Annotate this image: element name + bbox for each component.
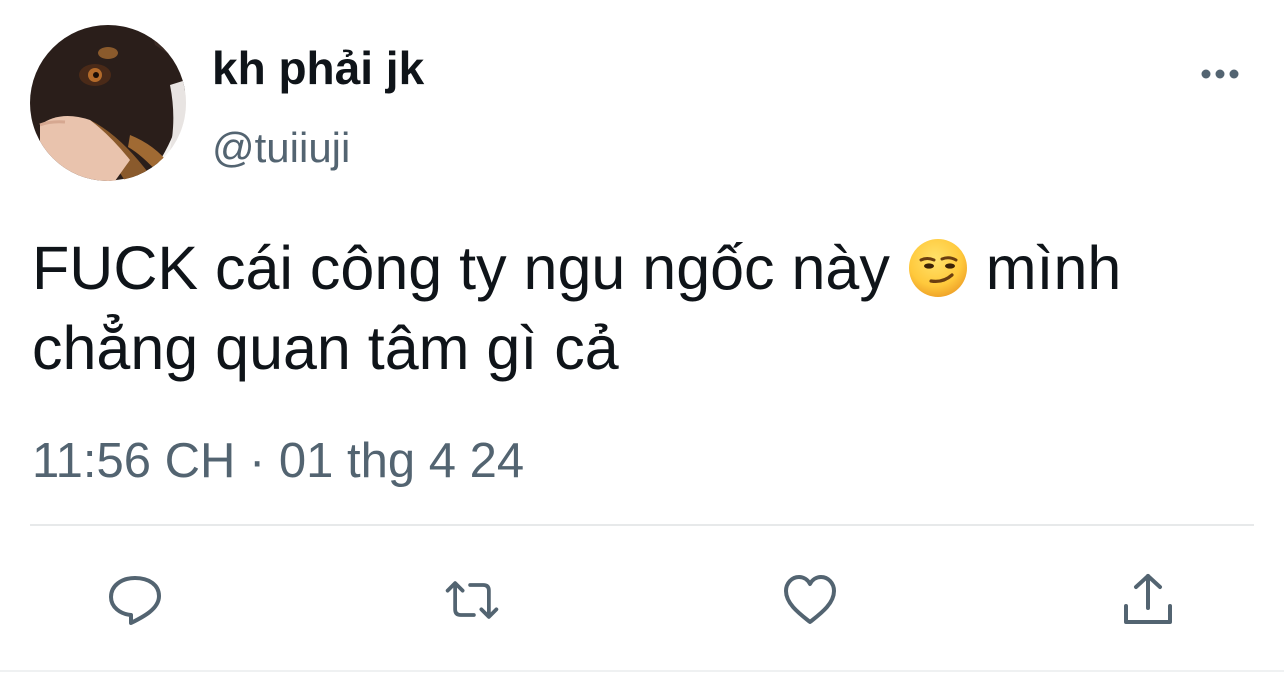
heart-icon <box>784 575 836 624</box>
avatar[interactable] <box>30 25 186 181</box>
divider <box>30 524 1254 526</box>
retweet-button[interactable] <box>442 570 502 630</box>
more-dots-icon <box>1201 69 1239 79</box>
retweet-icon <box>445 581 499 619</box>
share-button[interactable] <box>1118 570 1178 630</box>
tweet-text: FUCK cái công ty ngu ngốc này mình chẳng… <box>32 228 1277 388</box>
tweet-timestamp[interactable]: 11:56 CH · 01 thg 4 24 <box>32 432 524 490</box>
author-handle[interactable]: @tuiiuji <box>212 122 350 174</box>
share-icon <box>1124 574 1172 624</box>
avatar-image <box>30 25 186 181</box>
reply-button[interactable] <box>105 570 165 630</box>
smirking-face-emoji-icon <box>907 237 969 299</box>
tweet-text-part-1: FUCK cái công ty ngu ngốc này <box>32 234 907 302</box>
more-options-button[interactable] <box>1196 58 1246 90</box>
like-button[interactable] <box>780 570 840 630</box>
author-display-name[interactable]: kh phải jk <box>212 40 424 96</box>
bottom-divider <box>0 670 1284 672</box>
reply-icon <box>109 576 161 625</box>
